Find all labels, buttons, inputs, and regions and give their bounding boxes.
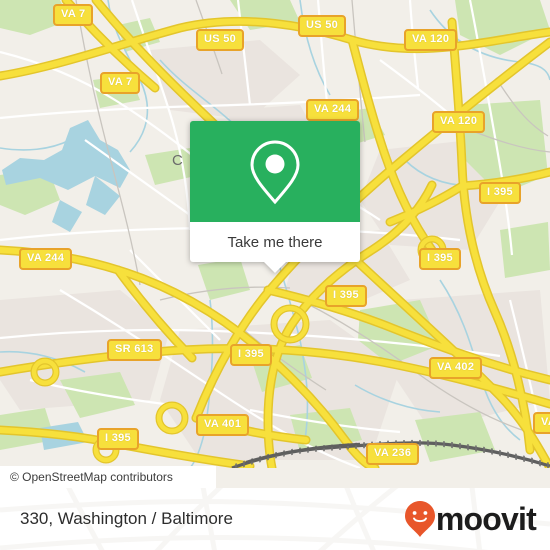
osm-attribution-text: © OpenStreetMap contributors — [10, 470, 173, 484]
road-shield: VA 401 — [196, 414, 250, 436]
road-shield: VA 402 — [429, 357, 483, 379]
road-shield: I 395 — [97, 428, 139, 450]
moovit-logo[interactable]: moovit — [404, 501, 537, 537]
road-shield: SR 613 — [107, 339, 162, 361]
place-label-city: C — [172, 152, 183, 169]
road-shield: I 395 — [419, 248, 461, 270]
road-shield: VA 120 — [432, 111, 486, 133]
footer-bar: 330, Washington / Baltimore moovit — [0, 488, 550, 550]
road-shield: US 50 — [196, 29, 245, 51]
map-attribution-bar[interactable]: © OpenStreetMap contributors — [0, 466, 216, 488]
take-me-there-popup[interactable]: Take me there — [190, 121, 360, 273]
popup-pointer — [264, 262, 286, 273]
road-shield: VA 244 — [306, 99, 360, 121]
road-shield: VA — [533, 412, 550, 434]
road-shield: VA 236 — [366, 443, 420, 465]
map-pin-icon — [250, 139, 300, 204]
map-canvas[interactable]: C Run VA 7US 50US 50VA 120VA 7VA 244VA 1… — [0, 0, 550, 468]
moovit-wordmark: moovit — [435, 501, 537, 537]
road-shield: US 50 — [298, 15, 347, 37]
road-shield: VA 7 — [100, 72, 141, 94]
road-shield: VA 244 — [19, 248, 73, 270]
road-shield: I 395 — [230, 344, 272, 366]
take-me-there-label: Take me there — [227, 233, 323, 251]
road-shield: I 395 — [325, 285, 367, 307]
road-shield: VA 7 — [53, 4, 94, 26]
road-shield: I 395 — [479, 182, 521, 204]
moovit-map-page: C Run VA 7US 50US 50VA 120VA 7VA 244VA 1… — [0, 0, 550, 550]
popup-icon-area — [190, 121, 360, 222]
moovit-pin-icon — [404, 501, 435, 537]
road-shield: VA 120 — [404, 29, 458, 51]
location-title: 330, Washington / Baltimore — [20, 509, 233, 528]
popup-cta-area[interactable]: Take me there — [190, 222, 360, 273]
